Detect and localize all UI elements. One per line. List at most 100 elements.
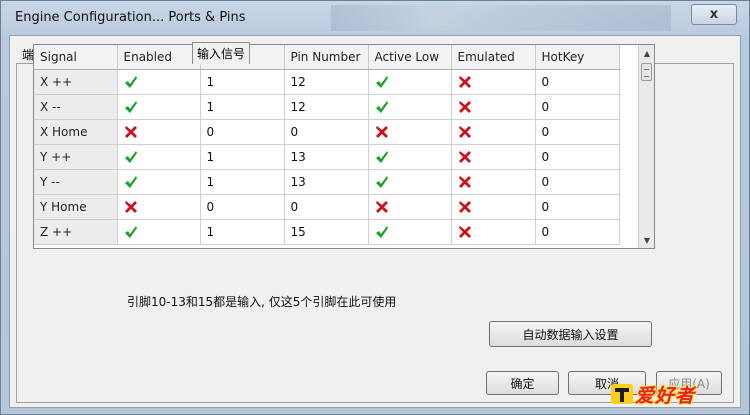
cross-icon — [458, 125, 471, 138]
cell-pin[interactable]: 0 — [284, 119, 369, 145]
cell-emulated[interactable] — [451, 194, 536, 220]
table-row[interactable]: X -- 1 12 0 — [34, 94, 620, 120]
cell-signal[interactable]: Y ++ — [34, 144, 118, 170]
cell-pin[interactable]: 0 — [284, 194, 369, 220]
config-window: Engine Configuration... Ports & Pins x 端… — [0, 0, 750, 415]
column-header[interactable]: Emulated — [451, 45, 536, 70]
cell-active-low[interactable] — [368, 144, 452, 170]
cell-enabled[interactable] — [117, 169, 201, 195]
cell-signal[interactable]: Z ++ — [34, 219, 118, 245]
cell-enabled[interactable] — [117, 94, 201, 120]
cell-enabled[interactable] — [117, 219, 201, 245]
title-bar[interactable]: Engine Configuration... Ports & Pins x — [1, 1, 749, 35]
checkmark-icon — [375, 150, 388, 163]
cell-pin[interactable]: 12 — [284, 94, 369, 120]
cell-port[interactable]: 1 — [200, 69, 285, 95]
watermark-text: 爱好者 — [635, 384, 696, 407]
cell-emulated[interactable] — [451, 219, 536, 245]
cross-icon — [124, 200, 137, 213]
cross-icon — [458, 75, 471, 88]
signal-table: SignalEnabledPort #Pin NumberActive LowE… — [34, 45, 620, 245]
table-row[interactable]: Y Home 0 0 0 — [34, 194, 620, 220]
table-row[interactable]: X ++ 1 12 0 — [34, 69, 620, 95]
checkmark-icon — [124, 150, 137, 163]
cross-icon — [458, 100, 471, 113]
cell-signal[interactable]: X ++ — [34, 69, 118, 95]
cell-signal[interactable]: X Home — [34, 119, 118, 145]
column-header[interactable]: Enabled — [117, 45, 201, 70]
cell-port[interactable]: 0 — [200, 119, 285, 145]
cell-emulated[interactable] — [451, 169, 536, 195]
pin-note: 引脚10-13和15都是输入, 仅这5个引脚在此可使用 — [127, 295, 397, 309]
scroll-up-icon[interactable]: ▲ — [639, 45, 654, 61]
close-button[interactable]: x — [691, 4, 737, 25]
window-title: Engine Configuration... Ports & Pins — [15, 10, 246, 25]
cell-enabled[interactable] — [117, 144, 201, 170]
ok-button[interactable]: 确定 — [486, 371, 559, 395]
checkmark-icon — [124, 75, 137, 88]
auto-input-setup-button[interactable]: 自动数据输入设置 — [489, 321, 652, 347]
cell-hotkey[interactable]: 0 — [535, 69, 620, 95]
cell-active-low[interactable] — [368, 194, 452, 220]
cell-hotkey[interactable]: 0 — [535, 94, 620, 120]
cell-active-low[interactable] — [368, 169, 452, 195]
vertical-scrollbar[interactable]: ▲ ▼ — [638, 45, 654, 248]
cross-icon — [458, 200, 471, 213]
column-header[interactable]: Signal — [34, 45, 118, 70]
cell-emulated[interactable] — [451, 69, 536, 95]
scroll-down-icon[interactable]: ▼ — [639, 232, 654, 248]
cross-icon — [458, 175, 471, 188]
cell-pin[interactable]: 12 — [284, 69, 369, 95]
cell-enabled[interactable] — [117, 119, 201, 145]
cell-pin[interactable]: 13 — [284, 169, 369, 195]
column-header[interactable]: Active Low — [368, 45, 452, 70]
cell-signal[interactable]: Y Home — [34, 194, 118, 220]
cell-port[interactable]: 1 — [200, 94, 285, 120]
table-row[interactable]: Y ++ 1 13 0 — [34, 144, 620, 170]
cell-port[interactable]: 1 — [200, 169, 285, 195]
cell-port[interactable]: 1 — [200, 144, 285, 170]
cell-active-low[interactable] — [368, 94, 452, 120]
table-row[interactable]: Y -- 1 13 0 — [34, 169, 620, 195]
cell-hotkey[interactable]: 0 — [535, 219, 620, 245]
cross-icon — [458, 150, 471, 163]
cell-pin[interactable]: 13 — [284, 144, 369, 170]
cell-signal[interactable]: X -- — [34, 94, 118, 120]
tab-2[interactable]: 输入信号 — [192, 42, 251, 64]
cell-port[interactable]: 1 — [200, 219, 285, 245]
cell-emulated[interactable] — [451, 94, 536, 120]
checkmark-icon — [375, 175, 388, 188]
column-header[interactable]: Pin Number — [284, 45, 369, 70]
cell-signal[interactable]: Y -- — [34, 169, 118, 195]
scroll-thumb[interactable] — [641, 63, 652, 81]
watermark-logo-icon — [611, 384, 633, 404]
cell-active-low[interactable] — [368, 119, 452, 145]
cell-hotkey[interactable]: 0 — [535, 119, 620, 145]
column-header[interactable]: HotKey — [535, 45, 620, 70]
table-row[interactable]: Z ++ 1 15 0 — [34, 219, 620, 245]
cell-enabled[interactable] — [117, 69, 201, 95]
table-row[interactable]: X Home 0 0 0 — [34, 119, 620, 145]
cross-icon — [124, 125, 137, 138]
cell-pin[interactable]: 15 — [284, 219, 369, 245]
cell-emulated[interactable] — [451, 119, 536, 145]
table-header-row: SignalEnabledPort #Pin NumberActive LowE… — [34, 45, 620, 70]
cross-icon — [375, 200, 388, 213]
cell-port[interactable]: 0 — [200, 194, 285, 220]
cell-active-low[interactable] — [368, 69, 452, 95]
cell-active-low[interactable] — [368, 219, 452, 245]
cross-icon — [458, 225, 471, 238]
cell-hotkey[interactable]: 0 — [535, 144, 620, 170]
signal-grid[interactable]: SignalEnabledPort #Pin NumberActive LowE… — [33, 44, 655, 249]
checkmark-icon — [124, 100, 137, 113]
checkmark-icon — [375, 75, 388, 88]
close-icon: x — [709, 7, 719, 22]
checkmark-icon — [375, 225, 388, 238]
checkmark-icon — [124, 175, 137, 188]
watermark: 爱好者 — [609, 379, 733, 409]
cell-hotkey[interactable]: 0 — [535, 169, 620, 195]
cell-enabled[interactable] — [117, 194, 201, 220]
cell-hotkey[interactable]: 0 — [535, 194, 620, 220]
cell-emulated[interactable] — [451, 144, 536, 170]
checkmark-icon — [124, 225, 137, 238]
